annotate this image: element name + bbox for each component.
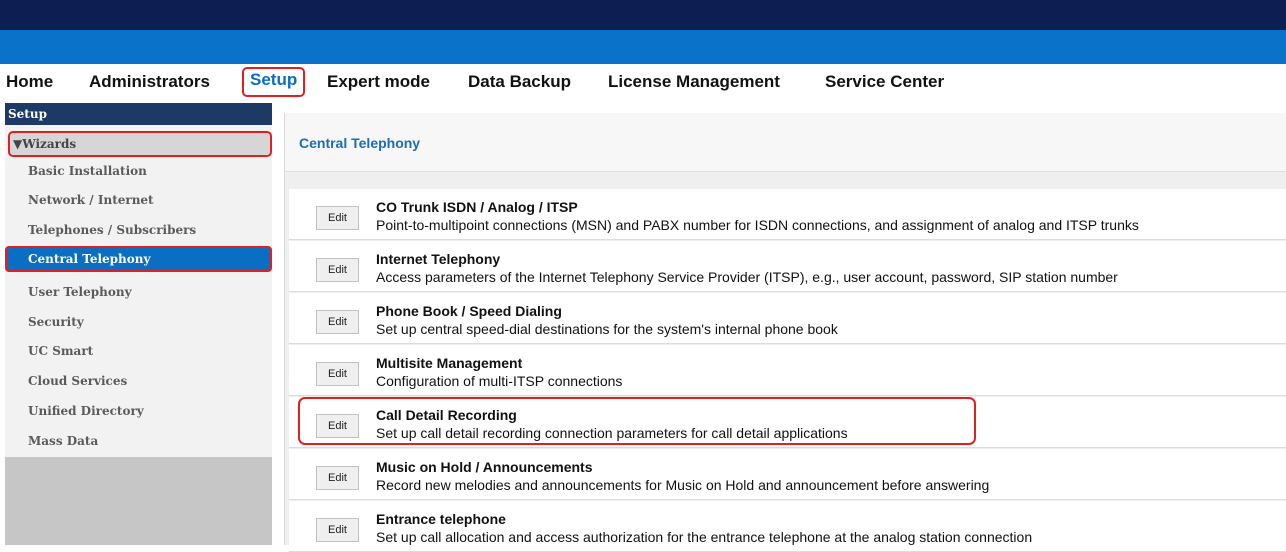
sidebar-item-cloud-services[interactable]: Cloud Services <box>5 368 272 394</box>
row-title: CO Trunk ISDN / Analog / ITSP <box>376 199 578 215</box>
main-nav: Home Administrators Setup Expert mode Da… <box>0 64 1286 98</box>
row-title: Music on Hold / Announcements <box>376 459 593 475</box>
nav-service-center[interactable]: Service Center <box>825 69 944 95</box>
nav-license-management[interactable]: License Management <box>608 69 780 95</box>
sidebar-item-uc-smart[interactable]: UC Smart <box>5 338 272 364</box>
row-title: Phone Book / Speed Dialing <box>376 303 562 319</box>
nav-administrators[interactable]: Administrators <box>89 69 210 95</box>
setting-row: Edit Music on Hold / Announcements Recor… <box>289 449 1286 500</box>
edit-button[interactable]: Edit <box>316 258 359 282</box>
nav-setup[interactable]: Setup <box>242 67 306 97</box>
edit-button[interactable]: Edit <box>316 362 359 386</box>
nav-expert-mode[interactable]: Expert mode <box>327 69 430 95</box>
row-description: Record new melodies and announcements fo… <box>376 477 990 493</box>
triangle-down-icon: ▼ <box>13 137 23 151</box>
sidebar-filler <box>5 457 272 545</box>
setting-row: Edit Entrance telephone Set up call allo… <box>289 501 1286 552</box>
content-panel: Central Telephony Edit CO Trunk ISDN / A… <box>284 113 1286 552</box>
sidebar-item-unified-directory[interactable]: Unified Directory <box>5 398 272 424</box>
sidebar-item-network-internet[interactable]: Network / Internet <box>5 187 272 213</box>
edit-button[interactable]: Edit <box>316 466 359 490</box>
row-description: Access parameters of the Internet Teleph… <box>376 269 1118 285</box>
setting-row: Edit Phone Book / Speed Dialing Set up c… <box>289 293 1286 344</box>
sidebar-item-security[interactable]: Security <box>5 309 272 335</box>
row-description: Set up central speed-dial destinations f… <box>376 321 838 337</box>
row-title: Entrance telephone <box>376 511 506 527</box>
row-description: Point-to-multipoint connections (MSN) an… <box>376 217 1139 233</box>
blue-banner <box>0 30 1286 64</box>
nav-data-backup[interactable]: Data Backup <box>468 69 571 95</box>
row-description: Configuration of multi-ITSP connections <box>376 373 623 389</box>
sidebar-item-central-telephony[interactable]: Central Telephony <box>5 246 272 272</box>
wizards-label: Wizards <box>22 137 77 151</box>
panel-header: Central Telephony <box>285 113 1286 172</box>
edit-button[interactable]: Edit <box>316 518 359 542</box>
sidebar-item-mass-data[interactable]: Mass Data <box>5 428 272 454</box>
top-banner <box>0 0 1286 30</box>
row-description: Set up call allocation and access author… <box>376 529 1033 545</box>
sidebar: Setup ▼Wizards Basic Installation Networ… <box>5 103 272 545</box>
sidebar-item-basic-installation[interactable]: Basic Installation <box>5 158 272 184</box>
panel-title: Central Telephony <box>299 135 421 151</box>
setting-row: Edit Multisite Management Configuration … <box>289 345 1286 396</box>
edit-button[interactable]: Edit <box>316 206 359 230</box>
wizards-section-toggle[interactable]: ▼Wizards <box>8 131 272 157</box>
nav-home[interactable]: Home <box>6 69 53 95</box>
setting-row: Edit Internet Telephony Access parameter… <box>289 241 1286 292</box>
sidebar-item-user-telephony[interactable]: User Telephony <box>5 279 272 305</box>
row-title: Multisite Management <box>376 355 523 371</box>
setting-row: Edit CO Trunk ISDN / Analog / ITSP Point… <box>289 189 1286 240</box>
sidebar-item-telephones-subscribers[interactable]: Telephones / Subscribers <box>5 217 272 243</box>
edit-button[interactable]: Edit <box>316 414 359 438</box>
row-title: Internet Telephony <box>376 251 501 267</box>
edit-button[interactable]: Edit <box>316 310 359 334</box>
row-description: Set up call detail recording connection … <box>376 425 848 441</box>
sidebar-title: Setup <box>5 103 272 125</box>
row-title: Call Detail Recording <box>376 407 517 423</box>
setting-row: Edit Call Detail Recording Set up call d… <box>289 397 1286 448</box>
